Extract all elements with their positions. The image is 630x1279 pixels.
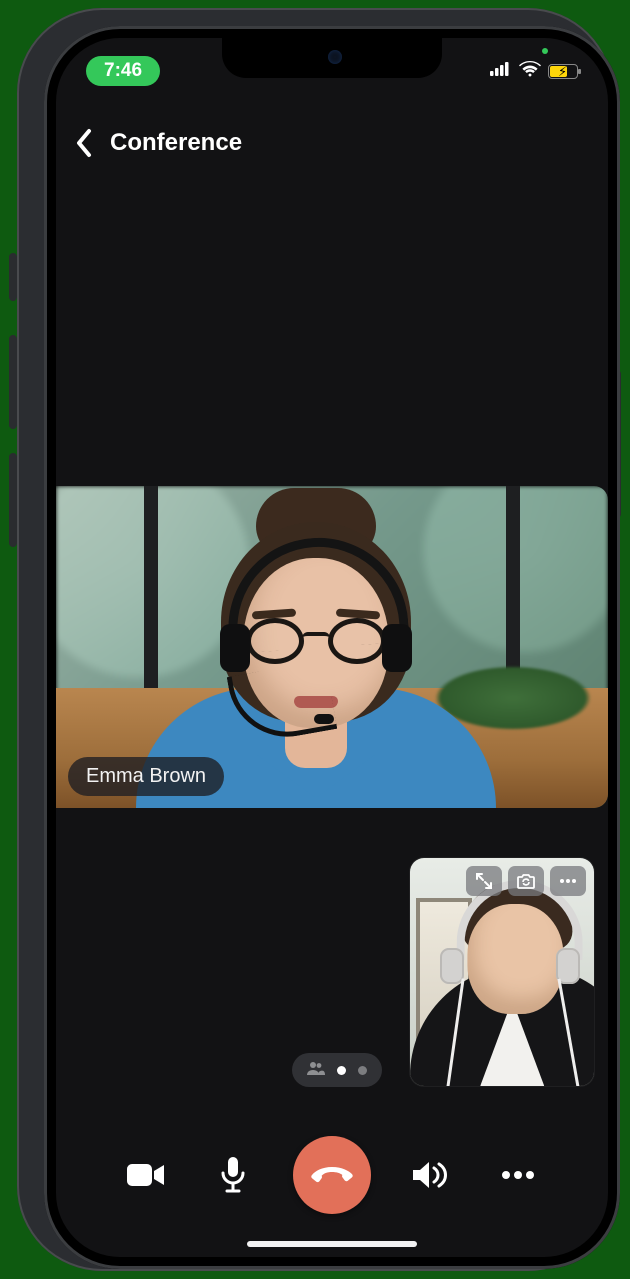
phone-silent-switch [9,253,17,301]
battery-icon: ⚡︎ [548,64,578,79]
more-options-button[interactable] [490,1147,546,1203]
front-camera-icon [328,50,342,64]
phone-frame: 7:46 [17,8,613,1271]
back-button[interactable] [74,128,94,158]
self-view-more-button[interactable] [550,866,586,896]
page-indicator[interactable] [292,1053,382,1087]
self-view-switch-camera-button[interactable] [508,866,544,896]
self-view-controls [466,866,586,896]
pager-dot-1 [358,1066,367,1075]
self-view-expand-button[interactable] [466,866,502,896]
toggle-speaker-button[interactable] [403,1147,459,1203]
participants-icon [307,1061,325,1080]
self-view-tile[interactable] [410,858,594,1086]
phone-bezel: 7:46 [44,26,620,1269]
toggle-video-button[interactable] [118,1147,174,1203]
status-time-pill[interactable]: 7:46 [86,56,160,86]
phone-notch [222,38,442,78]
call-toolbar [56,1125,608,1225]
cellular-icon [490,62,512,81]
phone-volume-down [9,453,17,547]
page-title: Conference [110,129,242,157]
battery-charging-icon: ⚡︎ [558,64,567,80]
status-time-text: 7:46 [104,60,142,81]
wifi-icon [519,61,541,82]
participant-name-badge: Emma Brown [68,757,224,796]
phone-volume-up [9,335,17,429]
participant-video-tile[interactable]: Emma Brown [56,486,608,808]
home-indicator[interactable] [247,1241,417,1247]
header: Conference [56,116,608,170]
participant-name-text: Emma Brown [86,765,206,787]
hangup-button[interactable] [293,1136,371,1214]
toggle-mic-button[interactable] [205,1147,261,1203]
screen: 7:46 [56,38,608,1257]
pager-dot-0 [337,1066,346,1075]
privacy-indicator-dot [542,48,548,54]
